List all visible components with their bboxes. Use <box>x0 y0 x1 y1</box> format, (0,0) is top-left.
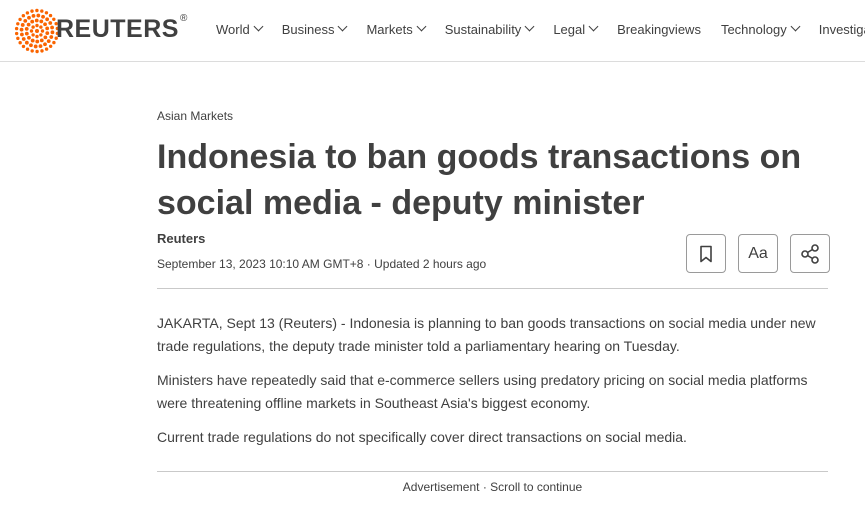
article-tools: Aa <box>686 234 830 273</box>
nav-item-label: Breakingviews <box>617 22 701 37</box>
chevron-down-icon <box>338 21 348 32</box>
section-kicker-link[interactable]: Asian Markets <box>157 109 233 123</box>
reuters-logo[interactable] <box>14 8 60 54</box>
advertisement-notice: Advertisement · Scroll to continue <box>402 480 583 494</box>
nav-item-business[interactable]: Business <box>281 21 348 37</box>
bookmark-icon <box>700 245 712 262</box>
nav-item-markets[interactable]: Markets <box>366 21 427 37</box>
share-button[interactable] <box>790 234 830 273</box>
reuters-logo-icon <box>14 8 60 54</box>
article-paragraph: Ministers have repeatedly said that e-co… <box>157 372 808 411</box>
nav-item-label: Investiga <box>818 22 865 37</box>
article-paragraph: Current trade regulations do not specifi… <box>157 429 687 445</box>
divider <box>157 288 828 289</box>
byline-author[interactable]: Reuters <box>157 231 205 246</box>
nav-item-sustainability[interactable]: Sustainability <box>444 21 535 37</box>
nav-item-label: Markets <box>366 22 413 37</box>
divider <box>157 471 828 472</box>
chevron-down-icon <box>253 21 264 32</box>
top-navigation-bar: REUTERS® World Business Markets Sustaina… <box>0 0 865 62</box>
nav-item-label: Technology <box>720 22 787 37</box>
share-icon <box>801 243 819 264</box>
nav-item-investigations[interactable]: Investiga <box>819 22 865 37</box>
article-paragraph: JAKARTA, Sept 13 (Reuters) - Indonesia i… <box>157 315 816 354</box>
nav-item-world[interactable]: World <box>216 21 264 37</box>
chevron-down-icon <box>416 21 427 32</box>
chevron-down-icon <box>524 21 535 32</box>
nav-item-legal[interactable]: Legal <box>553 21 599 37</box>
text-size-label: Aa <box>748 244 768 262</box>
bookmark-button[interactable] <box>686 234 726 273</box>
nav-item-label: World <box>216 22 250 37</box>
nav-item-label: Sustainability <box>444 22 522 37</box>
chevron-down-icon <box>588 21 599 32</box>
nav-item-label: Business <box>281 22 335 37</box>
article-headline: Indonesia to ban goods transactions on s… <box>157 138 802 222</box>
main-nav: World Business Markets Sustainability Le… <box>216 21 865 37</box>
nav-item-breakingviews[interactable]: Breakingviews <box>617 22 701 37</box>
reuters-wordmark[interactable]: REUTERS® <box>56 13 188 44</box>
nav-item-technology[interactable]: Technology <box>720 21 801 37</box>
text-size-button[interactable]: Aa <box>738 234 778 273</box>
brand-name: REUTERS <box>56 15 179 43</box>
article-dateline: September 13, 2023 10:10 AM GMT+8 · Upda… <box>157 257 487 271</box>
nav-item-label: Legal <box>553 22 586 37</box>
registered-mark: ® <box>179 13 188 24</box>
chevron-down-icon <box>790 21 801 32</box>
